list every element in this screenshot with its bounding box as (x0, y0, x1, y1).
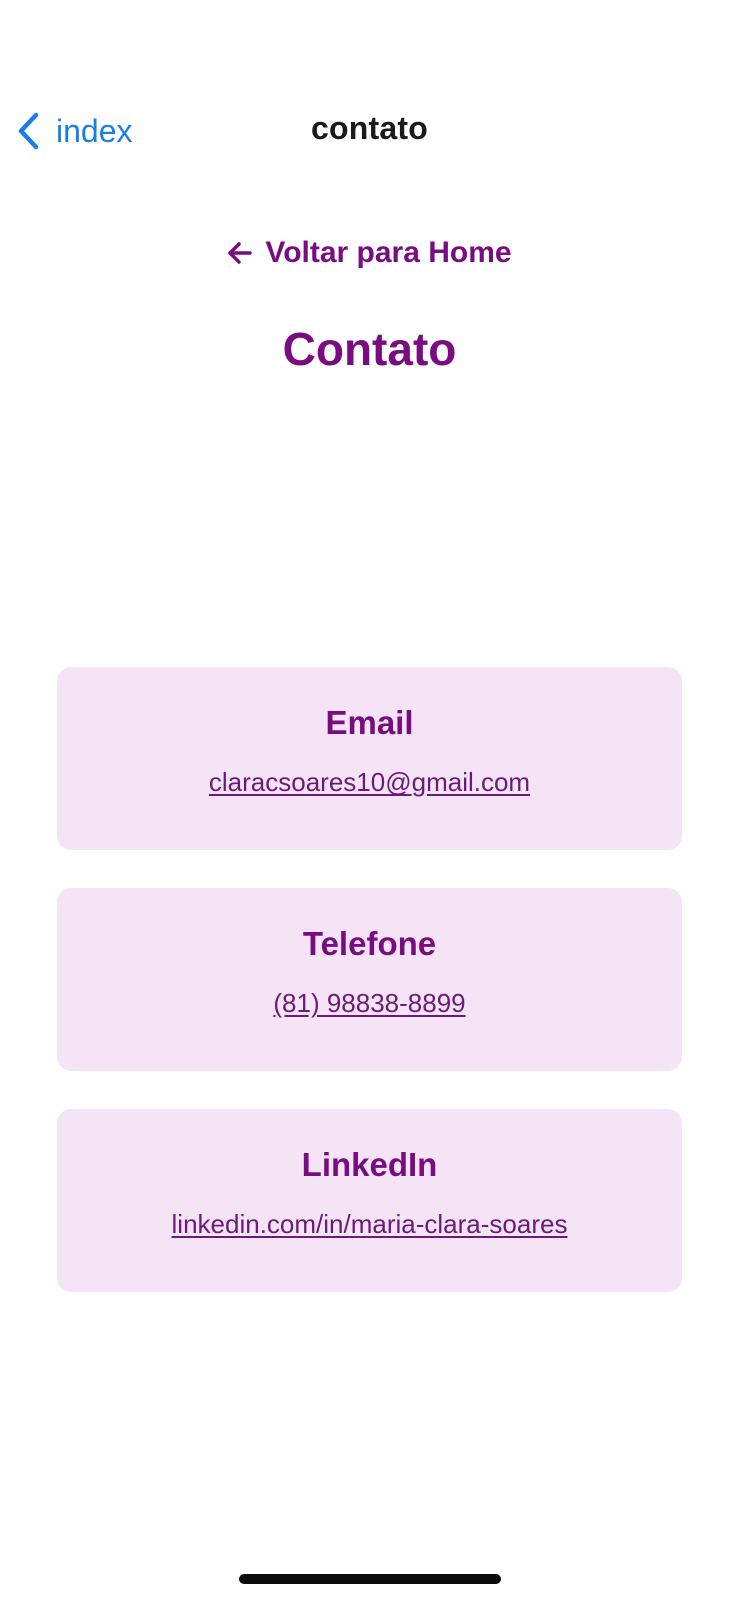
card-title: Telefone (302, 925, 437, 962)
contact-card-linkedin: LinkedIn linkedin.com/in/maria-clara-soa… (57, 1109, 682, 1292)
contact-card-email: Email claracsoares10@gmail.com (57, 667, 682, 850)
contact-cards: Email claracsoares10@gmail.com Telefone … (57, 667, 682, 1330)
page-title: Contato (282, 323, 457, 375)
contato-screen: index contato Voltar para Home Contato E… (0, 0, 739, 1600)
phone-link[interactable]: (81) 98838-8899 (273, 988, 465, 1019)
back-home-label: Voltar para Home (265, 236, 512, 269)
arrow-left-icon (227, 239, 255, 267)
navigation-bar: index contato (0, 96, 739, 166)
home-indicator[interactable] (239, 1574, 501, 1584)
back-home-link[interactable]: Voltar para Home (0, 236, 739, 270)
nav-title: contato (311, 110, 428, 146)
contact-card-phone: Telefone (81) 98838-8899 (57, 888, 682, 1071)
card-title: Email (325, 704, 414, 741)
linkedin-link[interactable]: linkedin.com/in/maria-clara-soares (172, 1209, 568, 1240)
email-link[interactable]: claracsoares10@gmail.com (209, 767, 530, 798)
card-title: LinkedIn (301, 1146, 438, 1183)
